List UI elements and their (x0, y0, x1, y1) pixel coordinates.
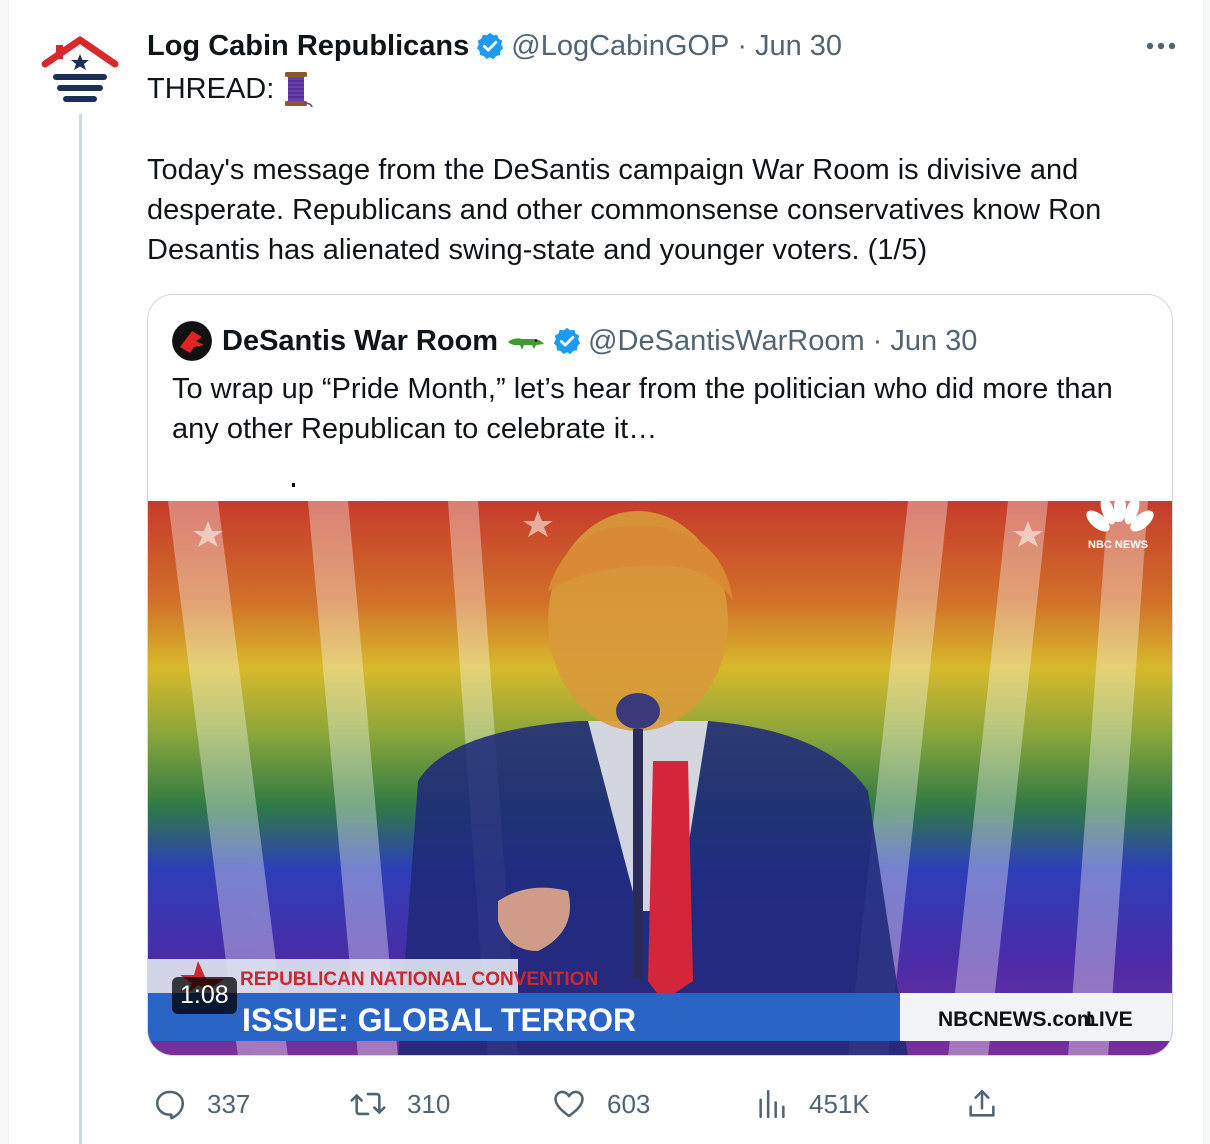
retweet-button[interactable]: 310 (349, 1082, 450, 1126)
lower-third-top: REPUBLICAN NATIONAL CONVENTION (240, 969, 598, 990)
quoted-tweet-text: To wrap up “Pride Month,” let’s hear fro… (172, 373, 1113, 445)
like-button[interactable]: 603 (551, 1082, 650, 1126)
thread-label: THREAD: (147, 70, 314, 108)
video-duration: 1:08 (172, 977, 237, 1014)
tweet-header: Log Cabin Republicans @LogCabinGOP · Jun… (147, 28, 842, 64)
verified-badge-icon (475, 31, 505, 61)
quoted-separator-dot: · (872, 324, 883, 357)
reply-icon (155, 1090, 185, 1120)
reply-count: 337 (207, 1088, 251, 1119)
view-count: 451K (809, 1088, 870, 1119)
share-button[interactable] (965, 1082, 999, 1126)
tweet[interactable]: Log Cabin Republicans @LogCabinGOP · Jun… (8, 0, 1204, 1144)
more-options-button[interactable] (1141, 28, 1181, 64)
separator-dot: · (737, 29, 747, 62)
quoted-handle[interactable]: @DeSantisWarRoom (588, 325, 865, 358)
thread-connector-line (79, 114, 82, 1144)
thread-label-text: THREAD: (147, 72, 275, 105)
handle[interactable]: @LogCabinGOP (511, 30, 729, 63)
avatar[interactable] (39, 26, 121, 108)
quoted-tweet-header: DeSantis War Room @DeSantisWarRoom · Jun… (172, 321, 977, 361)
quoted-verified-badge-icon (552, 326, 582, 356)
heart-icon (554, 1090, 584, 1118)
action-bar: 337 310 603 451K (147, 1082, 1197, 1126)
network-site: NBCNEWS.com (938, 1008, 1096, 1031)
tweet-text: Today's message from the DeSantis campai… (147, 154, 1102, 266)
crocodile-icon (508, 338, 545, 350)
video-player[interactable]: NBC NEWS REPUBLICAN NATIONAL CONVENTION … (148, 481, 1172, 1055)
tweet-date[interactable]: Jun 30 (755, 30, 842, 63)
share-icon (969, 1089, 995, 1117)
quoted-avatar[interactable] (172, 321, 212, 361)
bar-chart-icon (759, 1089, 785, 1119)
views-button[interactable]: 451K (755, 1082, 870, 1126)
retweet-count: 310 (407, 1088, 451, 1119)
ellipsis-icon (1146, 42, 1176, 50)
video-frame: NBC NEWS REPUBLICAN NATIONAL CONVENTION … (148, 481, 1172, 1055)
live-label: LIVE (1086, 1008, 1133, 1031)
log-cabin-logo-icon (41, 36, 119, 102)
retweet-icon (350, 1092, 386, 1116)
spool-of-thread-icon (285, 72, 314, 108)
quoted-tweet[interactable]: DeSantis War Room @DeSantisWarRoom · Jun… (147, 294, 1173, 1056)
reply-button[interactable]: 337 (153, 1082, 250, 1126)
display-name[interactable]: Log Cabin Republicans (147, 30, 469, 63)
quoted-display-name[interactable]: DeSantis War Room (222, 325, 498, 358)
like-count: 603 (607, 1088, 651, 1119)
lower-third-main: ISSUE: GLOBAL TERROR (242, 1002, 636, 1038)
quoted-date[interactable]: Jun 30 (890, 325, 977, 358)
network-logo: NBC NEWS (1088, 539, 1148, 551)
